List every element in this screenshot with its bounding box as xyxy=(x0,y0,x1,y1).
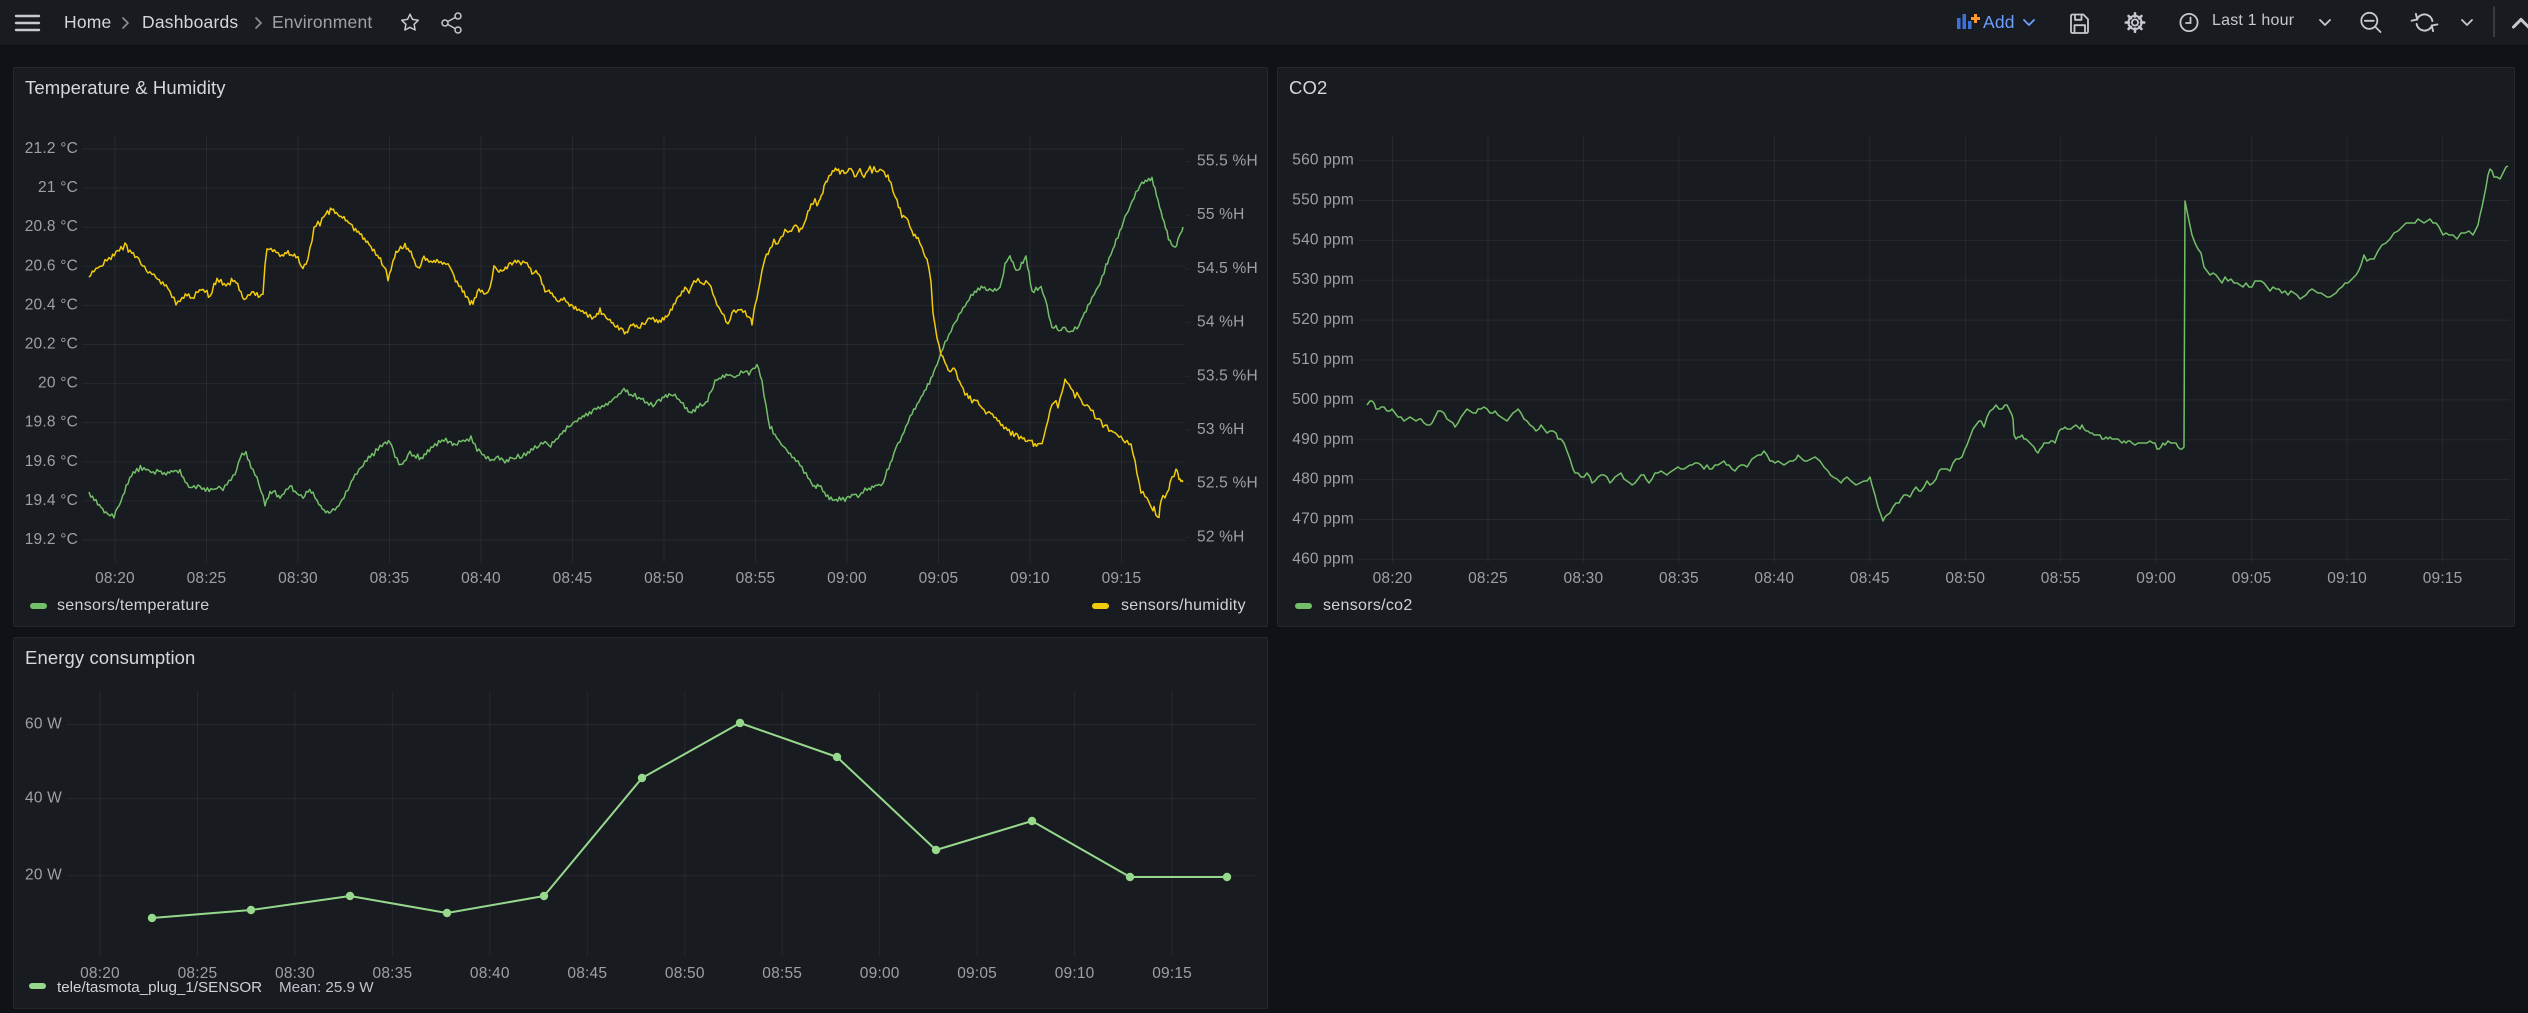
svg-text:08:50: 08:50 xyxy=(1945,570,1985,587)
svg-text:08:30: 08:30 xyxy=(1564,570,1604,587)
svg-text:08:55: 08:55 xyxy=(2041,570,2081,587)
svg-text:08:40: 08:40 xyxy=(1754,570,1794,587)
svg-text:52.5 %H: 52.5 %H xyxy=(1197,475,1258,492)
svg-text:08:35: 08:35 xyxy=(370,570,410,587)
svg-text:550 ppm: 550 ppm xyxy=(1292,192,1354,209)
svg-text:09:05: 09:05 xyxy=(957,965,997,982)
svg-text:510 ppm: 510 ppm xyxy=(1292,351,1354,368)
svg-text:560 ppm: 560 ppm xyxy=(1292,152,1354,169)
svg-text:09:15: 09:15 xyxy=(1102,570,1142,587)
svg-text:08:50: 08:50 xyxy=(644,570,684,587)
svg-text:470 ppm: 470 ppm xyxy=(1292,511,1354,528)
svg-text:19.2 °C: 19.2 °C xyxy=(25,531,78,548)
svg-text:08:45: 08:45 xyxy=(1850,570,1890,587)
svg-text:21.2 °C: 21.2 °C xyxy=(25,140,78,157)
svg-text:520 ppm: 520 ppm xyxy=(1292,311,1354,328)
svg-text:55 %H: 55 %H xyxy=(1197,206,1245,223)
svg-text:08:45: 08:45 xyxy=(567,965,607,982)
svg-text:20.4 °C: 20.4 °C xyxy=(25,296,78,313)
svg-text:55.5 %H: 55.5 %H xyxy=(1197,153,1258,170)
svg-text:460 ppm: 460 ppm xyxy=(1292,550,1354,567)
svg-text:09:05: 09:05 xyxy=(919,570,959,587)
svg-text:490 ppm: 490 ppm xyxy=(1292,431,1354,448)
svg-text:08:25: 08:25 xyxy=(1468,570,1508,587)
svg-text:09:00: 09:00 xyxy=(827,570,867,587)
svg-text:08:50: 08:50 xyxy=(665,965,705,982)
svg-text:40 W: 40 W xyxy=(25,790,62,807)
svg-text:09:10: 09:10 xyxy=(1010,570,1050,587)
svg-text:09:00: 09:00 xyxy=(2136,570,2176,587)
svg-text:540 ppm: 540 ppm xyxy=(1292,231,1354,248)
svg-text:08:30: 08:30 xyxy=(278,570,318,587)
svg-text:20 °C: 20 °C xyxy=(38,375,78,392)
svg-text:60 W: 60 W xyxy=(25,716,62,733)
svg-text:09:10: 09:10 xyxy=(2327,570,2367,587)
svg-text:21 °C: 21 °C xyxy=(38,179,78,196)
svg-text:20 W: 20 W xyxy=(25,867,62,884)
svg-text:08:20: 08:20 xyxy=(1373,570,1413,587)
svg-text:09:15: 09:15 xyxy=(2423,570,2463,587)
svg-text:08:55: 08:55 xyxy=(762,965,802,982)
svg-text:530 ppm: 530 ppm xyxy=(1292,271,1354,288)
svg-text:08:35: 08:35 xyxy=(1659,570,1699,587)
svg-text:53.5 %H: 53.5 %H xyxy=(1197,367,1258,384)
svg-text:08:20: 08:20 xyxy=(95,570,135,587)
svg-text:20.6 °C: 20.6 °C xyxy=(25,257,78,274)
svg-text:20.2 °C: 20.2 °C xyxy=(25,336,78,353)
svg-text:54 %H: 54 %H xyxy=(1197,314,1245,331)
svg-text:19.8 °C: 19.8 °C xyxy=(25,414,78,431)
svg-text:480 ppm: 480 ppm xyxy=(1292,471,1354,488)
svg-text:52 %H: 52 %H xyxy=(1197,528,1245,545)
svg-text:08:45: 08:45 xyxy=(553,570,593,587)
svg-text:500 ppm: 500 ppm xyxy=(1292,391,1354,408)
svg-text:19.6 °C: 19.6 °C xyxy=(25,453,78,470)
svg-text:09:10: 09:10 xyxy=(1055,965,1095,982)
svg-text:08:40: 08:40 xyxy=(461,570,501,587)
svg-text:53 %H: 53 %H xyxy=(1197,421,1245,438)
svg-text:19.4 °C: 19.4 °C xyxy=(25,492,78,509)
svg-text:08:40: 08:40 xyxy=(470,965,510,982)
svg-text:09:05: 09:05 xyxy=(2232,570,2272,587)
svg-text:09:15: 09:15 xyxy=(1152,965,1192,982)
svg-text:08:25: 08:25 xyxy=(187,570,227,587)
svg-text:08:55: 08:55 xyxy=(736,570,776,587)
svg-text:20.8 °C: 20.8 °C xyxy=(25,218,78,235)
svg-text:54.5 %H: 54.5 %H xyxy=(1197,260,1258,277)
svg-text:09:00: 09:00 xyxy=(860,965,900,982)
svg-text:08:35: 08:35 xyxy=(373,965,413,982)
